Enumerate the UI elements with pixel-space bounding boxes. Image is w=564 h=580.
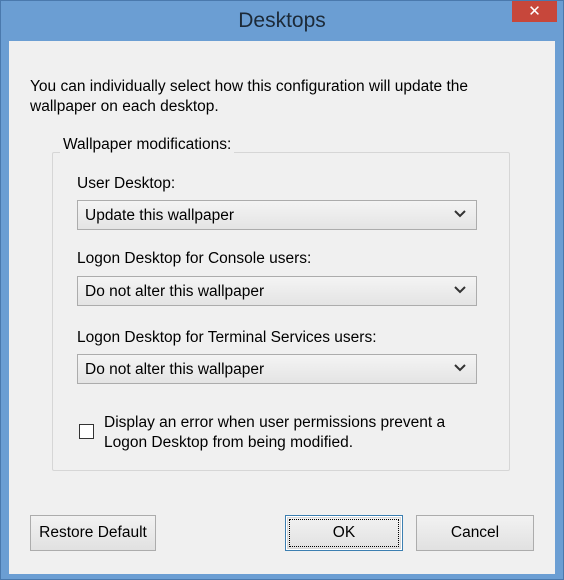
restore-default-button[interactable]: Restore Default	[30, 515, 156, 551]
cancel-button[interactable]: Cancel	[416, 515, 534, 551]
chevron-down-icon	[454, 364, 466, 372]
group-title: Wallpaper modifications:	[60, 136, 235, 154]
close-button[interactable]: ✕	[512, 1, 557, 22]
restore-default-label: Restore Default	[39, 524, 147, 541]
terminal-logon-select[interactable]: Do not alter this wallpaper	[77, 354, 477, 384]
error-checkbox[interactable]	[79, 424, 94, 439]
console-logon-value: Do not alter this wallpaper	[85, 283, 265, 300]
user-desktop-value: Update this wallpaper	[85, 207, 235, 224]
dialog-window: Desktops ✕ You can individually select h…	[0, 0, 564, 580]
chevron-down-icon	[454, 210, 466, 218]
intro-text: You can individually select how this con…	[30, 78, 469, 115]
window-title: Desktops	[238, 9, 326, 32]
terminal-logon-label: Logon Desktop for Terminal Services user…	[77, 329, 377, 346]
cancel-label: Cancel	[450, 524, 500, 541]
console-logon-label: Logon Desktop for Console users:	[77, 250, 312, 267]
console-logon-select[interactable]: Do not alter this wallpaper	[77, 276, 477, 306]
close-icon: ✕	[528, 3, 541, 20]
chevron-down-icon	[454, 286, 466, 294]
terminal-logon-value: Do not alter this wallpaper	[85, 361, 265, 378]
user-desktop-select[interactable]: Update this wallpaper	[77, 200, 477, 230]
focus-rectangle	[289, 519, 399, 547]
ok-button[interactable]: OK	[285, 515, 403, 551]
dialog-body: You can individually select how this con…	[9, 41, 555, 574]
title-bar[interactable]: Desktops ✕	[1, 1, 563, 41]
error-checkbox-label[interactable]: Display an error when user permissions p…	[104, 413, 484, 453]
user-desktop-label: User Desktop:	[77, 175, 176, 192]
